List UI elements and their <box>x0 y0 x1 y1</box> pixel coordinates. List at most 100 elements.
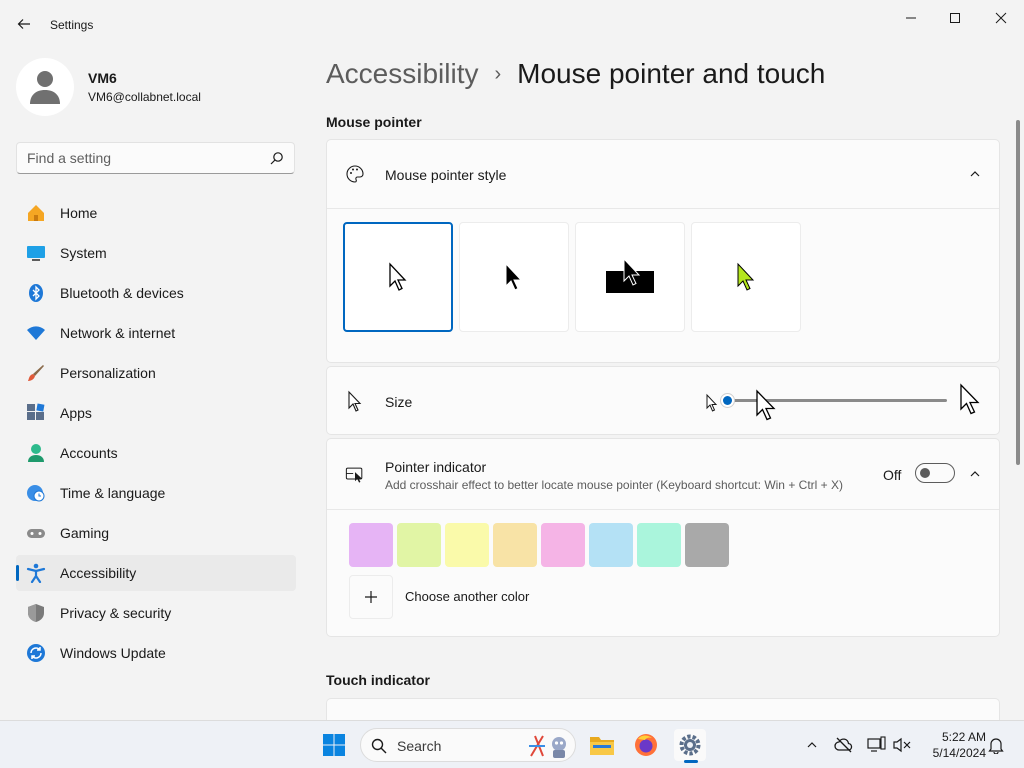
color-swatch-lime[interactable] <box>397 523 441 567</box>
sidebar-item-accessibility[interactable]: Accessibility <box>16 555 296 591</box>
volume-tray-button[interactable] <box>892 735 912 755</box>
sidebar-item-label: Bluetooth & devices <box>60 285 184 301</box>
apps-icon <box>26 403 46 423</box>
start-button[interactable] <box>318 729 350 761</box>
maximize-button[interactable] <box>940 8 970 28</box>
large-pointer-icon <box>960 383 980 415</box>
pointer-indicator-header[interactable]: Pointer indicator Add crosshair effect t… <box>327 439 999 509</box>
color-swatch-gray[interactable] <box>685 523 729 567</box>
pointer-indicator-toggle[interactable] <box>915 463 955 483</box>
network-tray-button[interactable] <box>866 735 886 755</box>
mouse-pointer-style-card: Mouse pointer style <box>326 139 1000 363</box>
onedrive-tray-button[interactable] <box>834 735 854 755</box>
color-swatch-pink[interactable] <box>541 523 585 567</box>
home-icon <box>26 203 46 223</box>
network-monitor-icon <box>867 736 886 752</box>
active-app-indicator <box>684 760 698 763</box>
taskbar-clock[interactable]: 5:22 AM 5/14/2024 <box>920 729 986 761</box>
profile-email: VM6@collabnet.local <box>88 90 201 104</box>
taskbar: Search 5:22 AM 5/14/2024 <box>0 720 1024 768</box>
sidebar-item-apps[interactable]: Apps <box>16 395 296 431</box>
person-icon <box>26 443 46 463</box>
firefox-icon <box>635 734 657 756</box>
search-box[interactable] <box>16 142 295 174</box>
color-swatch-blue[interactable] <box>589 523 633 567</box>
title-bar: Settings <box>0 0 1024 50</box>
sidebar-item-home[interactable]: Home <box>16 195 296 231</box>
user-profile[interactable]: VM6 VM6@collabnet.local <box>16 58 201 116</box>
sidebar-item-windows-update[interactable]: Windows Update <box>16 635 296 671</box>
avatar <box>16 58 74 116</box>
sidebar-item-label: Personalization <box>60 365 156 381</box>
globe-clock-icon <box>26 483 46 503</box>
choose-color-label[interactable]: Choose another color <box>405 589 529 604</box>
custom-pointer-icon <box>737 262 755 291</box>
pointer-indicator-label: Pointer indicator <box>385 459 487 475</box>
sidebar-item-bluetooth[interactable]: Bluetooth & devices <box>16 275 296 311</box>
accessibility-icon <box>26 563 46 583</box>
clock-date: 5/14/2024 <box>932 746 986 760</box>
chevron-up-icon[interactable] <box>967 166 983 182</box>
shield-icon <box>26 603 46 623</box>
color-swatch-mint[interactable] <box>637 523 681 567</box>
breadcrumb-parent[interactable]: Accessibility <box>326 58 478 90</box>
gear-icon <box>679 734 701 756</box>
sidebar-item-gaming[interactable]: Gaming <box>16 515 296 551</box>
section-title-mouse-pointer: Mouse pointer <box>326 114 422 130</box>
crosshair-pointer-icon <box>345 464 365 484</box>
wifi-icon <box>26 323 46 343</box>
cloud-offline-icon <box>834 737 853 753</box>
palette-icon <box>345 164 365 184</box>
pointer-style-black[interactable] <box>459 222 569 332</box>
color-swatch-peach[interactable] <box>493 523 537 567</box>
slider-thumb[interactable] <box>720 393 735 408</box>
tray-overflow-button[interactable] <box>802 735 822 755</box>
clock-time: 5:22 AM <box>941 730 986 744</box>
touch-indicator-card[interactable] <box>326 698 1000 720</box>
file-explorer-button[interactable] <box>586 729 618 761</box>
settings-taskbar-button[interactable] <box>674 729 706 761</box>
breadcrumb: Accessibility › Mouse pointer and touch <box>326 58 825 90</box>
pointer-indicator-card: Pointer indicator Add crosshair effect t… <box>326 438 1000 637</box>
bluetooth-icon <box>26 283 46 303</box>
sidebar-item-label: Network & internet <box>60 325 176 341</box>
minimize-button[interactable] <box>896 8 926 28</box>
inverted-pointer-icon <box>606 257 654 293</box>
back-button[interactable] <box>12 12 36 36</box>
sidebar-item-label: Apps <box>60 405 92 421</box>
sidebar-item-privacy[interactable]: Privacy & security <box>16 595 296 631</box>
color-swatch-yellow[interactable] <box>445 523 489 567</box>
pointer-style-custom[interactable] <box>691 222 801 332</box>
chevron-up-icon[interactable] <box>967 466 983 482</box>
app-title: Settings <box>50 18 94 32</box>
folder-icon <box>590 737 614 755</box>
close-button[interactable] <box>986 8 1016 28</box>
pointer-style-inverted[interactable] <box>575 222 685 332</box>
chevron-up-icon <box>807 742 817 748</box>
pointer-size-label: Size <box>385 394 413 410</box>
taskbar-search[interactable]: Search <box>360 728 576 762</box>
windows-logo-icon <box>323 734 345 756</box>
notifications-button[interactable] <box>986 735 1006 755</box>
black-pointer-icon <box>505 262 523 291</box>
color-swatch-purple[interactable] <box>349 523 393 567</box>
sidebar-item-network[interactable]: Network & internet <box>16 315 296 351</box>
pointer-size-card: Size <box>326 366 1000 435</box>
sidebar-item-label: Privacy & security <box>60 605 172 621</box>
sidebar-item-time-language[interactable]: Time & language <box>16 475 296 511</box>
speaker-muted-icon <box>893 737 911 753</box>
taskbar-search-label: Search <box>397 738 442 754</box>
pointer-style-white[interactable] <box>343 222 453 332</box>
sidebar-item-system[interactable]: System <box>16 235 296 271</box>
monitor-icon <box>26 243 46 263</box>
search-input[interactable] <box>27 149 257 167</box>
firefox-button[interactable] <box>630 729 662 761</box>
sidebar-item-accounts[interactable]: Accounts <box>16 435 296 471</box>
mouse-pointer-style-header[interactable]: Mouse pointer style <box>327 140 999 208</box>
choose-color-button[interactable] <box>349 575 393 619</box>
scrollbar[interactable] <box>1016 120 1020 465</box>
section-title-touch-indicator: Touch indicator <box>326 672 430 688</box>
sidebar-item-label: Windows Update <box>60 645 166 661</box>
sidebar-item-personalization[interactable]: Personalization <box>16 355 296 391</box>
plus-icon <box>365 591 377 603</box>
